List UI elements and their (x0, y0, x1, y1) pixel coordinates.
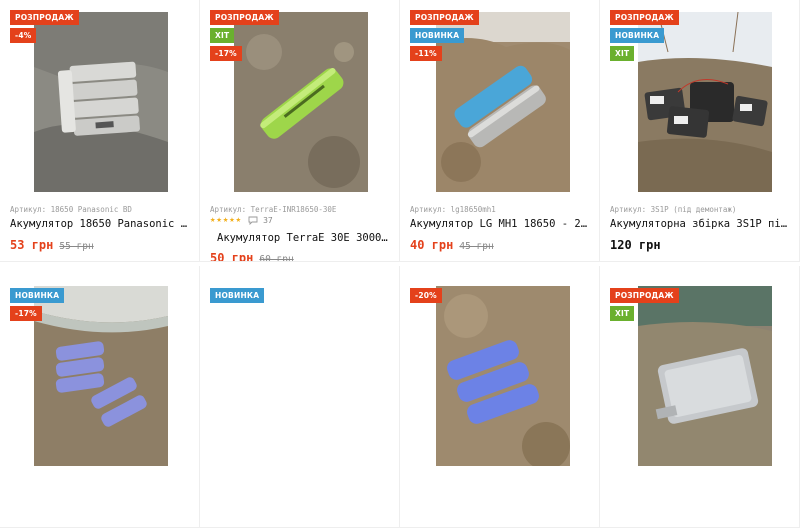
price-block: 40 грн 45 грн (410, 238, 494, 252)
current-price: 120 грн (610, 238, 661, 252)
hit-badge: ХІТ (610, 306, 635, 321)
product-card[interactable]: НОВИНКА (200, 266, 400, 528)
badge-list: -20% (410, 288, 442, 303)
product-card[interactable]: НОВИНКА -17% (0, 266, 200, 528)
discount-badge: -11% (410, 46, 442, 61)
current-price: 50 грн (210, 251, 254, 262)
product-photo[interactable] (436, 286, 570, 466)
product-card[interactable]: РОЗПРОДАЖ ХІТ (600, 266, 800, 528)
sale-badge: РОЗПРОДАЖ (210, 10, 279, 25)
badge-list: РОЗПРОДАЖ НОВИНКА -11% (410, 10, 479, 61)
product-name[interactable]: Акумуляторна збірка 3S1P під демонтаж (610, 218, 792, 230)
old-price: 55 грн (59, 241, 94, 252)
product-name[interactable]: Акумулятор LG MH1 18650 - 2900mAh (410, 218, 592, 230)
review-count: 37 (263, 215, 273, 225)
discount-badge: -20% (410, 288, 442, 303)
new-badge: НОВИНКА (210, 288, 265, 303)
badge-list: РОЗПРОДАЖ ХІТ (610, 288, 679, 321)
product-card[interactable]: РОЗПРОДАЖ ХІТ -17% Артикул: TerraE-INR18… (200, 0, 400, 262)
badge-list: РОЗПРОДАЖ НОВИНКА ХІТ (610, 10, 679, 61)
sale-badge: РОЗПРОДАЖ (10, 10, 79, 25)
product-sku: Артикул: 18650 Panasonic BD (10, 205, 132, 214)
product-card[interactable]: РОЗПРОДАЖ НОВИНКА ХІТ Артикул: 3S1P (під… (600, 0, 800, 262)
new-badge: НОВИНКА (10, 288, 65, 303)
current-price: 40 грн (410, 238, 454, 252)
product-grid: РОЗПРОДАЖ -4% Артикул: 18650 Panasonic B… (0, 0, 800, 528)
product-sku: Артикул: TerraE-INR18650-30E (210, 205, 337, 214)
badge-list: РОЗПРОДАЖ ХІТ -17% (210, 10, 279, 61)
sale-badge: РОЗПРОДАЖ (610, 288, 679, 303)
badge-list: НОВИНКА (210, 288, 265, 303)
comment-icon (248, 216, 258, 225)
sale-badge: РОЗПРОДАЖ (610, 10, 679, 25)
product-card[interactable]: РОЗПРОДАЖ -4% Артикул: 18650 Panasonic B… (0, 0, 200, 262)
price-block: 50 грн 60 грн (210, 251, 294, 262)
rating[interactable]: ★★★★★ 37 (210, 215, 273, 225)
price-block: 53 грн 55 грн (10, 238, 94, 252)
sale-badge: РОЗПРОДАЖ (410, 10, 479, 25)
discount-badge: -17% (210, 46, 242, 61)
product-sku: Артикул: 3S1P (під демонтаж) (610, 205, 737, 214)
product-card[interactable]: -20% (400, 266, 600, 528)
hit-badge: ХІТ (610, 46, 635, 61)
badge-list: НОВИНКА -17% (10, 288, 65, 321)
old-price: 45 грн (459, 241, 494, 252)
product-name[interactable]: Акумулятор 18650 Panasonic BD 3200mAh (10, 218, 192, 230)
discount-badge: -4% (10, 28, 37, 43)
product-card[interactable]: РОЗПРОДАЖ НОВИНКА -11% Артикул: lg18650m… (400, 0, 600, 262)
product-sku: Артикул: lg18650mh1 (410, 205, 496, 214)
rating-stars: ★★★★★ (210, 215, 243, 225)
new-badge: НОВИНКА (610, 28, 665, 43)
price-block: 120 грн (610, 238, 661, 252)
badge-list: РОЗПРОДАЖ -4% (10, 10, 79, 43)
old-price: 60 грн (259, 254, 294, 262)
product-name[interactable]: Акумулятор TerraE 30E 3000mAh (217, 232, 392, 244)
current-price: 53 грн (10, 238, 54, 252)
discount-badge: -17% (10, 306, 42, 321)
hit-badge: ХІТ (210, 28, 235, 43)
new-badge: НОВИНКА (410, 28, 465, 43)
